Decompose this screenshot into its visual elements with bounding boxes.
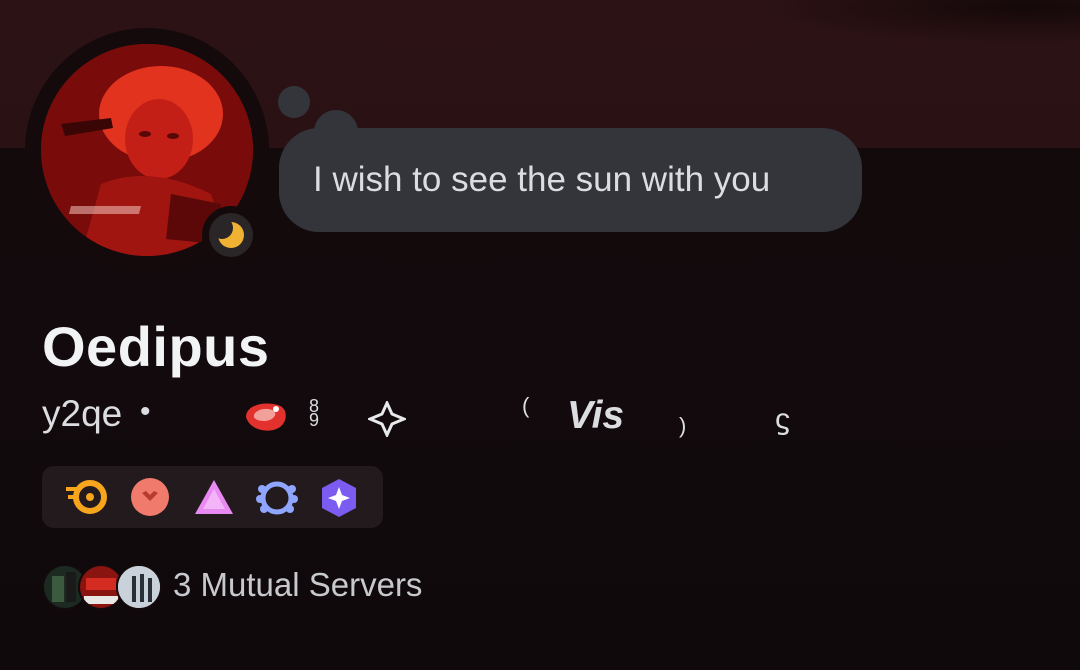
custom-status-text: I wish to see the sun with you (313, 160, 771, 199)
username[interactable]: y2qe (42, 393, 122, 435)
pronoun-glyph: 89 (309, 396, 320, 430)
status-bubble-dot-small (278, 86, 310, 118)
badge-list (42, 466, 383, 528)
laurel-icon[interactable] (254, 477, 298, 517)
custom-status-bubble[interactable]: I wish to see the sun with you (279, 128, 862, 232)
pronoun-squiggle: ϛ (775, 403, 790, 436)
nitro-icon[interactable] (64, 477, 107, 517)
server-icon (116, 564, 162, 610)
boost-icon[interactable] (130, 477, 170, 517)
username-row: y2qe • 89 ( Vis ) ϛ (42, 393, 1042, 443)
moon-icon (209, 213, 253, 257)
quest-icon[interactable] (318, 477, 358, 517)
profile-page: I wish to see the sun with you Oedipus y… (0, 0, 1080, 670)
pronoun-paren-left: ( (522, 393, 530, 418)
meat-icon (242, 399, 290, 440)
pronoun-paren-right: ) (679, 413, 687, 438)
pronoun-vis: Vis (567, 394, 625, 437)
sparkle-icon (366, 399, 408, 442)
display-name: Oedipus (42, 315, 270, 378)
hypesquad-icon[interactable] (192, 477, 233, 517)
separator: • (140, 395, 151, 428)
mutual-servers-label: 3 Mutual Servers (173, 566, 423, 603)
